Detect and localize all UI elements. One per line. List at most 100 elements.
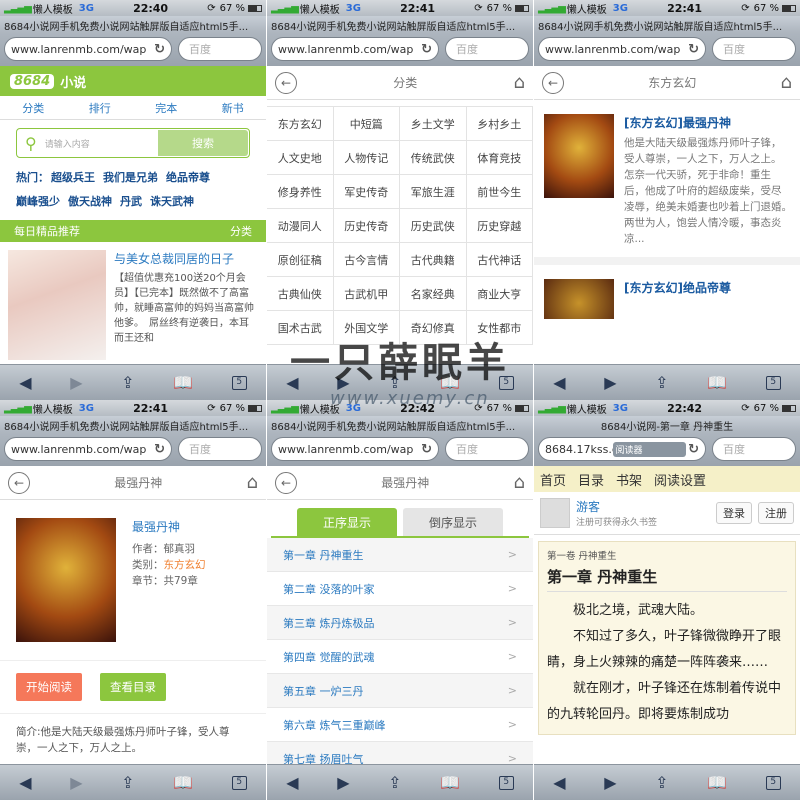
- category-link[interactable]: 东方玄幻: [164, 559, 206, 571]
- category-item[interactable]: 体育竞技: [466, 141, 533, 175]
- share-icon[interactable]: ⇪: [655, 373, 668, 392]
- start-reading-button[interactable]: 开始阅读: [16, 673, 82, 701]
- category-item[interactable]: 国术古武: [267, 311, 334, 345]
- nav-new-books[interactable]: 新书: [222, 100, 244, 116]
- bookmarks-icon[interactable]: 📖: [707, 773, 727, 792]
- category-item[interactable]: 商业大亨: [466, 277, 533, 311]
- reload-icon[interactable]: ↻: [421, 442, 432, 457]
- bookmarks-icon[interactable]: 📖: [173, 773, 193, 792]
- forward-icon[interactable]: ▶: [70, 773, 82, 792]
- forward-icon[interactable]: ▶: [604, 373, 616, 392]
- book-list-item[interactable]: [东方玄幻]绝品帝尊: [534, 265, 800, 329]
- home-icon[interactable]: ⌂: [781, 72, 792, 93]
- back-icon[interactable]: ◀: [19, 373, 31, 392]
- category-item[interactable]: 前世今生: [466, 175, 533, 209]
- forward-icon[interactable]: ▶: [604, 773, 616, 792]
- home-icon[interactable]: ⌂: [514, 472, 525, 493]
- book-list-item[interactable]: [东方玄幻]最强丹神 他是大陆天级最强炼丹师叶子锋，受人尊崇，一人之下，万人之上…: [534, 100, 800, 257]
- chapter-item[interactable]: 第二章 没落的叶家 >: [267, 572, 533, 606]
- share-icon[interactable]: ⇪: [121, 773, 134, 792]
- address-bar[interactable]: 8684.17kss.com/cont阅读器↻: [538, 437, 706, 461]
- back-icon[interactable]: ◀: [286, 773, 298, 792]
- tabs-icon[interactable]: 5: [231, 775, 247, 790]
- home-icon[interactable]: ⌂: [514, 72, 525, 93]
- book-title[interactable]: [东方玄幻]绝品帝尊: [624, 279, 731, 296]
- share-icon[interactable]: ⇪: [388, 373, 401, 392]
- book-cover[interactable]: [544, 279, 614, 319]
- chapter-item[interactable]: 第五章 一炉三丹 >: [267, 674, 533, 708]
- category-item[interactable]: 历史穿越: [466, 209, 533, 243]
- share-icon[interactable]: ⇪: [388, 773, 401, 792]
- back-icon[interactable]: ◀: [19, 773, 31, 792]
- address-bar[interactable]: www.lanrenmb.com/wap ↻: [271, 37, 439, 61]
- bookmarks-icon[interactable]: 📖: [440, 373, 460, 392]
- forward-icon[interactable]: ▶: [70, 373, 82, 392]
- site-search-input[interactable]: 请输入内容: [45, 137, 150, 150]
- tab-ascending[interactable]: 正序显示: [297, 508, 397, 536]
- back-arrow-icon[interactable]: ←: [542, 71, 564, 94]
- category-item[interactable]: 外国文学: [333, 311, 400, 345]
- category-item[interactable]: 女性都市: [466, 311, 533, 345]
- tabs-icon[interactable]: 5: [765, 375, 781, 390]
- book-title[interactable]: [东方玄幻]最强丹神: [624, 114, 790, 131]
- book-title[interactable]: 与美女总裁同居的日子: [114, 250, 258, 267]
- category-item[interactable]: 古今言情: [333, 243, 400, 277]
- nav-completed[interactable]: 完本: [155, 100, 177, 116]
- site-logo[interactable]: 8684: [10, 73, 55, 89]
- category-item[interactable]: 古代典籍: [400, 243, 467, 277]
- book-cover[interactable]: [8, 250, 106, 360]
- bookmarks-icon[interactable]: 📖: [440, 773, 460, 792]
- chapter-item[interactable]: 第一章 丹神重生 >: [267, 538, 533, 572]
- category-item[interactable]: 东方玄幻: [267, 107, 334, 141]
- back-arrow-icon[interactable]: ←: [275, 71, 297, 94]
- chapter-item[interactable]: 第四章 觉醒的武魂 >: [267, 640, 533, 674]
- book-card[interactable]: 与美女总裁同居的日子 【超值优惠充100送20个月会员】【已完本】既然做不了高富…: [0, 242, 266, 364]
- address-bar[interactable]: www.lanrenmb.com/wap ↻: [538, 37, 706, 61]
- nav-bookshelf[interactable]: 书架: [616, 470, 642, 489]
- back-icon[interactable]: ◀: [553, 373, 565, 392]
- hot-item[interactable]: 超级兵王: [51, 171, 95, 184]
- tabs-icon[interactable]: 5: [231, 375, 247, 390]
- category-item[interactable]: 古典仙侠: [267, 277, 334, 311]
- category-item[interactable]: 历史传奇: [333, 209, 400, 243]
- category-item[interactable]: 中短篇: [333, 107, 400, 141]
- nav-ranking[interactable]: 排行: [89, 100, 111, 116]
- browser-search-field[interactable]: 百度: [178, 37, 262, 61]
- chapter-item[interactable]: 第三章 炼丹炼极品 >: [267, 606, 533, 640]
- category-item[interactable]: 乡土文学: [400, 107, 467, 141]
- register-button[interactable]: 注册: [758, 502, 794, 524]
- book-cover[interactable]: [544, 114, 614, 198]
- hot-item[interactable]: 丹武: [120, 195, 142, 208]
- share-icon[interactable]: ⇪: [121, 373, 134, 392]
- browser-search-field[interactable]: 百度: [445, 437, 529, 461]
- reload-icon[interactable]: ↻: [154, 42, 165, 57]
- forward-icon[interactable]: ▶: [337, 373, 349, 392]
- nav-toc[interactable]: 目录: [578, 470, 604, 489]
- reload-icon[interactable]: ↻: [421, 42, 432, 57]
- chapter-item[interactable]: 第七章 扬眉吐气 >: [267, 742, 533, 764]
- category-item[interactable]: 乡村乡土: [466, 107, 533, 141]
- reload-icon[interactable]: ↻: [154, 442, 165, 457]
- category-item[interactable]: 原创征稿: [267, 243, 334, 277]
- address-bar[interactable]: www.lanrenmb.com/wap ↻: [4, 437, 172, 461]
- bookmarks-icon[interactable]: 📖: [707, 373, 727, 392]
- category-item[interactable]: 军旅生涯: [400, 175, 467, 209]
- category-item[interactable]: 动漫同人: [267, 209, 334, 243]
- forward-icon[interactable]: ▶: [337, 773, 349, 792]
- address-bar[interactable]: www.lanrenmb.com/wap ↻: [271, 437, 439, 461]
- hot-item[interactable]: 我们是兄弟: [103, 171, 158, 184]
- nav-home[interactable]: 首页: [540, 470, 566, 489]
- share-icon[interactable]: ⇪: [655, 773, 668, 792]
- reload-icon[interactable]: ↻: [688, 42, 699, 57]
- hot-item[interactable]: 绝品帝尊: [166, 171, 210, 184]
- browser-search-field[interactable]: 百度: [178, 437, 262, 461]
- category-item[interactable]: 历史武侠: [400, 209, 467, 243]
- tabs-icon[interactable]: 5: [765, 775, 781, 790]
- nav-category[interactable]: 分类: [22, 100, 44, 116]
- browser-search-field[interactable]: 百度: [712, 37, 796, 61]
- hot-item[interactable]: 傲天战神: [68, 195, 112, 208]
- hot-item[interactable]: 巅峰强少: [16, 195, 60, 208]
- reload-icon[interactable]: ↻: [688, 442, 699, 457]
- address-bar[interactable]: www.lanrenmb.com/wap ↻: [4, 37, 172, 61]
- bookmarks-icon[interactable]: 📖: [173, 373, 193, 392]
